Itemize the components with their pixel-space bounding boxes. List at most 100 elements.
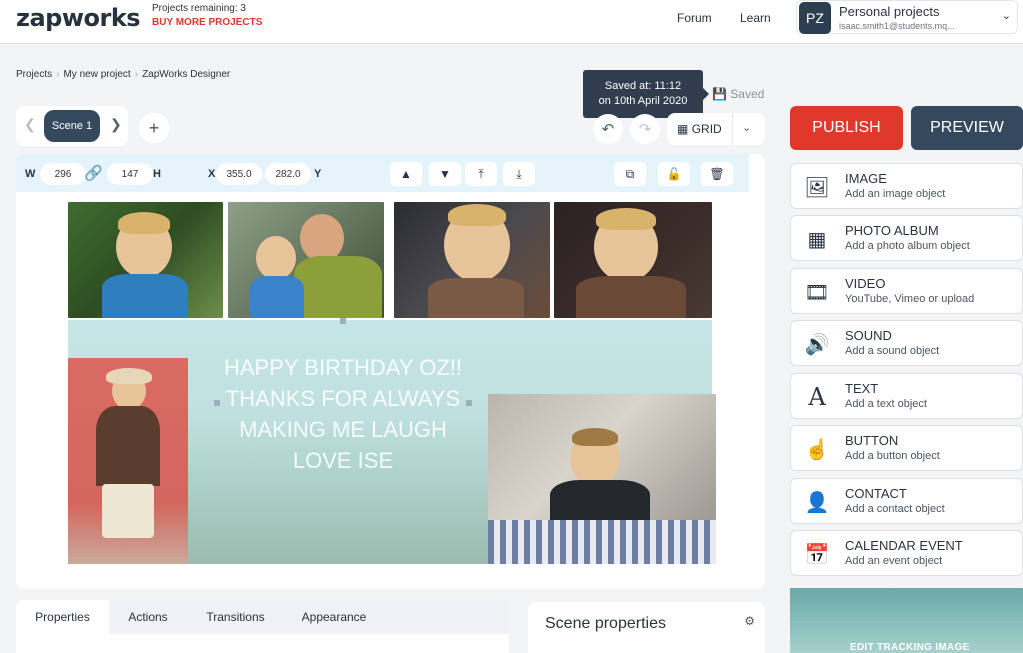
- send-back-icon: ⤓: [516, 166, 522, 181]
- photo-subject: [576, 276, 686, 318]
- trash-icon: 🗑: [709, 167, 725, 181]
- photo-subject: [596, 208, 656, 230]
- account-email: isaac.smith1@students.mq...: [839, 21, 955, 31]
- breadcrumb-separator: ›: [56, 69, 60, 80]
- photo-subject: [300, 214, 344, 262]
- photo-subject: [96, 406, 160, 486]
- selection-handle[interactable]: [340, 318, 346, 324]
- add-button-object[interactable]: ☝ BUTTON Add a button object: [790, 425, 1023, 471]
- scene-tab-current[interactable]: Scene 1: [44, 110, 100, 142]
- add-contact-object[interactable]: 👤 CONTACT Add a contact object: [790, 478, 1023, 524]
- photo-2[interactable]: [228, 202, 384, 318]
- add-text-object[interactable]: A TEXT Add a text object: [790, 373, 1023, 419]
- bring-to-front-button[interactable]: ⤒: [465, 162, 497, 186]
- height-input[interactable]: 147: [107, 163, 153, 185]
- object-title: PHOTO ALBUM: [845, 223, 939, 238]
- person-icon: 👤: [804, 491, 830, 514]
- photo-subject: [428, 278, 524, 318]
- text-line-2: THANKS FOR ALWAYS: [225, 386, 461, 411]
- gear-icon[interactable]: ⚙: [744, 614, 755, 628]
- chevron-down-icon[interactable]: ⌄: [742, 121, 751, 134]
- learn-link[interactable]: Learn: [740, 11, 771, 25]
- photo-subject: [448, 204, 506, 226]
- account-switcher[interactable]: PZ Personal projects isaac.smith1@studen…: [796, 0, 1018, 34]
- object-title: IMAGE: [845, 171, 887, 186]
- chevron-left-icon[interactable]: ❮: [24, 116, 36, 133]
- chevron-right-icon[interactable]: ❯: [110, 116, 122, 133]
- buy-more-projects-link[interactable]: BUY MORE PROJECTS: [152, 17, 262, 28]
- tooltip-line-2: on 10th April 2020: [598, 95, 688, 107]
- width-label: W: [25, 168, 36, 180]
- design-canvas-panel: W 296 🔗 147 H X 355.0 282.0 Y ▲ ▼ ⤒ ⤓ ⧉ …: [16, 154, 765, 589]
- publish-button[interactable]: PUBLISH: [790, 106, 903, 150]
- transform-toolbar: W 296 🔗 147 H X 355.0 282.0 Y ▲ ▼ ⤒ ⤓ ⧉ …: [16, 154, 749, 192]
- object-title: TEXT: [845, 381, 879, 396]
- text-line-4: LOVE ISE: [292, 448, 394, 473]
- width-input[interactable]: 296: [40, 163, 86, 185]
- move-down-button[interactable]: ▼: [429, 162, 461, 186]
- preview-button[interactable]: PREVIEW: [911, 106, 1023, 150]
- add-video-object[interactable]: 🎞 VIDEO YouTube, Vimeo or upload: [790, 268, 1023, 314]
- breadcrumb-projects[interactable]: Projects: [16, 69, 52, 80]
- tooltip-line-1: Saved at: 11:12: [604, 80, 682, 92]
- duplicate-icon: ⧉: [625, 166, 635, 181]
- send-to-back-button[interactable]: ⤓: [503, 162, 535, 186]
- photo-subject: [118, 212, 170, 234]
- photo-5[interactable]: [68, 358, 188, 564]
- edit-tracking-image-label: EDIT TRACKING IMAGE: [850, 642, 970, 653]
- x-input[interactable]: 355.0: [216, 163, 262, 185]
- link-icon[interactable]: 🔗: [84, 164, 103, 182]
- divider: [732, 113, 733, 145]
- move-up-button[interactable]: ▲: [390, 162, 422, 186]
- zapworks-logo[interactable]: zapworks: [16, 4, 141, 32]
- save-icon: 💾: [712, 87, 727, 101]
- undo-button[interactable]: ↶: [593, 114, 623, 144]
- add-photo-album-object[interactable]: ▦ PHOTO ALBUM Add a photo album object: [790, 215, 1023, 261]
- height-label: H: [153, 168, 161, 180]
- selection-handle[interactable]: [214, 400, 220, 406]
- breadcrumb-project[interactable]: My new project: [63, 69, 130, 80]
- add-image-object[interactable]: 🖼 IMAGE Add an image object: [790, 163, 1023, 209]
- add-calendar-event-object[interactable]: 📅 CALENDAR EVENT Add an event object: [790, 530, 1023, 576]
- add-scene-button[interactable]: +: [139, 113, 169, 143]
- photo-subject: [294, 256, 382, 318]
- object-subtitle: Add a sound object: [845, 345, 940, 357]
- y-input[interactable]: 282.0: [265, 163, 311, 185]
- object-title: CONTACT: [845, 486, 907, 501]
- chevron-down-icon: ⌄: [1001, 10, 1011, 22]
- lock-button[interactable]: 🔓: [658, 162, 690, 186]
- object-title: SOUND: [845, 328, 892, 343]
- breadcrumb-current: ZapWorks Designer: [142, 69, 231, 80]
- tracking-image-preview[interactable]: EDIT TRACKING IMAGE: [790, 588, 1023, 653]
- delete-button[interactable]: 🗑: [701, 162, 733, 186]
- photo-subject: [256, 236, 296, 280]
- birthday-text[interactable]: HAPPY BIRTHDAY OZ!! THANKS FOR ALWAYS MA…: [218, 352, 468, 476]
- projects-remaining: Projects remaining: 3: [152, 3, 246, 14]
- photo-3[interactable]: [394, 202, 550, 318]
- selection-handle[interactable]: [466, 400, 472, 406]
- photo-subject: [102, 274, 188, 318]
- add-sound-object[interactable]: 🔊 SOUND Add a sound object: [790, 320, 1023, 366]
- photo-1[interactable]: [68, 202, 223, 318]
- grid-text: GRID: [691, 122, 722, 136]
- tab-appearance[interactable]: Appearance: [284, 600, 384, 634]
- scene-design[interactable]: HAPPY BIRTHDAY OZ!! THANKS FOR ALWAYS MA…: [68, 202, 716, 564]
- calendar-icon: 📅: [804, 543, 830, 566]
- tab-transitions[interactable]: Transitions: [187, 600, 284, 634]
- photo-4[interactable]: [554, 202, 712, 318]
- grid-label: ▦ GRID: [677, 122, 722, 136]
- tab-properties[interactable]: Properties: [16, 600, 109, 634]
- grid-icon: ▦: [807, 228, 827, 251]
- tab-actions[interactable]: Actions: [109, 600, 187, 634]
- object-subtitle: Add a photo album object: [845, 240, 970, 252]
- photo-6[interactable]: [488, 394, 716, 564]
- y-label: Y: [314, 168, 322, 180]
- speaker-icon: 🔊: [804, 333, 830, 356]
- object-subtitle: Add a contact object: [845, 503, 945, 515]
- duplicate-button[interactable]: ⧉: [614, 162, 646, 186]
- forum-link[interactable]: Forum: [677, 11, 712, 25]
- object-subtitle: Add a button object: [845, 450, 940, 462]
- triangle-up-icon: ▲: [400, 167, 412, 181]
- redo-button[interactable]: ↷: [630, 114, 660, 144]
- grid-toggle[interactable]: ▦ GRID ⌄: [667, 113, 765, 145]
